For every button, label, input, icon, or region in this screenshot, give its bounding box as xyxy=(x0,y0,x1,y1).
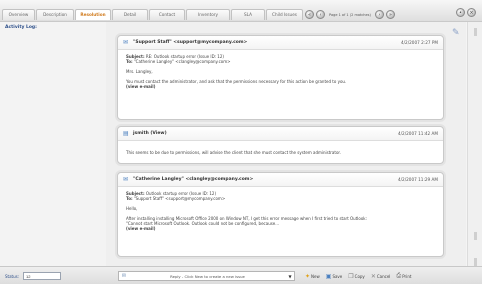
activity-entry: ✉ "Catherine Langley" <clangley@company.… xyxy=(117,172,444,257)
entry-body: This seems to be due to permissions, wil… xyxy=(118,141,443,159)
last-page-button[interactable]: » xyxy=(385,10,395,19)
status-label: Status: xyxy=(5,274,20,279)
entry-to: "Catherine Langley" <clangley@company.co… xyxy=(133,59,231,64)
to-label: To: xyxy=(126,59,133,64)
reply-select[interactable]: ✉ Reply - Click New to create a new issu… xyxy=(118,271,295,281)
entry-body: Subject: RE: Outlook startup error (Issu… xyxy=(118,50,443,93)
entry-date: 4/2/2007 11:42 AM xyxy=(397,131,438,136)
activity-entry: ✉ "Support Staff" <support@mycompany.com… xyxy=(117,35,444,120)
tab-resolution[interactable]: Resolution xyxy=(75,9,111,20)
app-window: Overview Description Resolution Detail C… xyxy=(0,0,482,284)
email-icon: ✉ xyxy=(123,176,129,183)
entry-from[interactable]: jsmith (View) xyxy=(133,131,167,136)
entry-from: "Support Staff" <support@mycompany.com> xyxy=(133,40,248,45)
entry-date: 4/2/2007 11:29 AM xyxy=(397,177,438,182)
action-buttons: ✦ New ▣ Save ❐ Copy ✕ Cancel ⎙ Print xyxy=(305,271,411,281)
first-page-button[interactable]: « xyxy=(305,10,314,19)
reply-icon: ✉ xyxy=(121,273,127,279)
print-icon: ⎙ xyxy=(396,272,402,279)
scrollbar[interactable] xyxy=(467,22,482,268)
status-field[interactable] xyxy=(23,272,61,280)
pager-text: Page 1 of 1 (2 matches) xyxy=(329,12,371,17)
scroll-marker xyxy=(474,258,477,266)
view-email-link[interactable]: (view e-mail) xyxy=(126,226,435,231)
window-controls: • × xyxy=(456,8,476,17)
options-icon[interactable]: • xyxy=(456,8,465,17)
tab-inventory[interactable]: Inventory xyxy=(186,9,230,20)
tab-contact[interactable]: Contact xyxy=(149,9,185,20)
entry-header: ✉ "Support Staff" <support@mycompany.com… xyxy=(118,36,443,50)
edit-icon[interactable]: ✎ xyxy=(452,28,460,38)
scroll-marker xyxy=(474,232,477,240)
save-label: Save xyxy=(332,273,343,279)
cancel-icon: ✕ xyxy=(370,272,376,280)
print-label: Print xyxy=(402,273,412,279)
tab-sla[interactable]: SLA xyxy=(231,9,265,20)
tab-overview[interactable]: Overview xyxy=(2,9,35,20)
entry-from: "Catherine Langley" <clangley@company.co… xyxy=(133,177,254,182)
tab-bar: Overview Description Resolution Detail C… xyxy=(0,0,482,22)
tab-child-issues[interactable]: Child Issues xyxy=(266,9,303,20)
entry-header: ▤ jsmith (View) 4/2/2007 11:42 AM xyxy=(118,127,443,141)
print-button[interactable]: ⎙ Print xyxy=(396,272,411,280)
activity-entry: ▤ jsmith (View) 4/2/2007 11:42 AM This s… xyxy=(117,126,444,164)
copy-button[interactable]: ❐ Copy xyxy=(348,273,365,280)
activity-log-label: Activity Log: xyxy=(5,25,37,30)
view-email-link[interactable]: (view e-mail) xyxy=(126,84,435,89)
email-icon: ✉ xyxy=(123,39,129,46)
entry-text: This seems to be due to permissions, wil… xyxy=(126,150,341,155)
entry-date: 4/2/2007 2:27 PM xyxy=(400,40,438,45)
entry-header: ✉ "Catherine Langley" <clangley@company.… xyxy=(118,173,443,187)
copy-icon: ❐ xyxy=(348,272,354,280)
scroll-marker xyxy=(474,28,477,36)
save-button[interactable]: ▣ Save xyxy=(326,273,343,280)
close-icon[interactable]: × xyxy=(467,8,476,17)
new-button[interactable]: ✦ New xyxy=(305,273,320,280)
left-panel: Activity Log: xyxy=(0,22,106,266)
cancel-button[interactable]: ✕ Cancel xyxy=(371,273,391,280)
entry-body: Subject: Outlook startup error (Issue ID… xyxy=(118,187,443,235)
cancel-label: Cancel xyxy=(376,273,391,279)
tab-description[interactable]: Description xyxy=(36,9,74,20)
bottom-toolbar: Status: ✉ Reply - Click New to create a … xyxy=(0,266,482,284)
tab-detail[interactable]: Detail xyxy=(112,9,148,20)
next-page-button[interactable]: › xyxy=(374,10,384,19)
pager: « ‹ Page 1 of 1 (2 matches) › » xyxy=(305,8,395,21)
previous-page-button[interactable]: ‹ xyxy=(316,10,325,19)
new-label: New xyxy=(311,273,320,279)
to-label: To: xyxy=(126,196,133,201)
chevron-down-icon: ▼ xyxy=(288,273,292,279)
note-icon: ▤ xyxy=(123,130,129,137)
reply-select-value: Reply - Click New to create a new issue xyxy=(170,273,245,279)
entry-to: "Support Staff" <support@mycompany.com> xyxy=(133,196,226,201)
copy-label: Copy xyxy=(354,273,365,279)
new-icon: ✦ xyxy=(305,272,311,280)
save-icon: ▣ xyxy=(325,272,332,280)
